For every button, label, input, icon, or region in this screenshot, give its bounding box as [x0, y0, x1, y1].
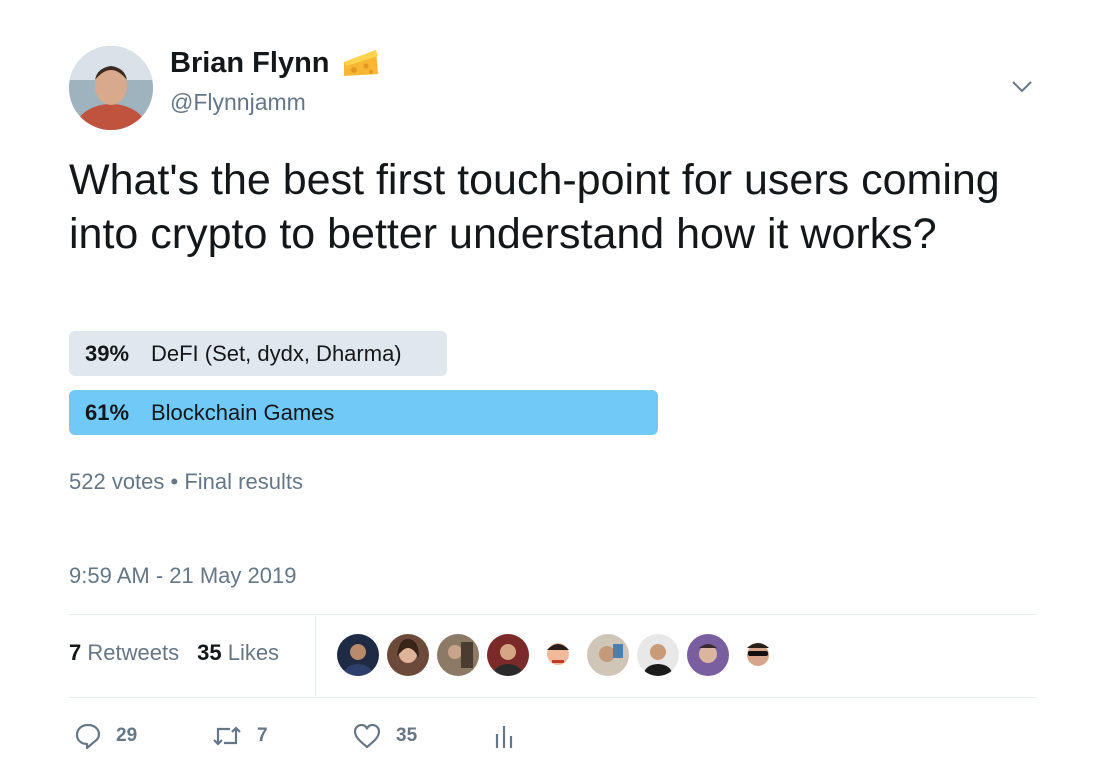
likes-stat[interactable]: 35 Likes [197, 640, 279, 666]
chevron-down-icon[interactable] [1010, 76, 1034, 96]
analytics-icon [495, 726, 513, 748]
retweets-stat[interactable]: 7 Retweets [69, 640, 179, 666]
retweets-count: 7 [69, 640, 82, 665]
tweet-stats: 7 Retweets 35 Likes [69, 640, 279, 666]
poll-option-percent: 61% [85, 399, 130, 425]
author-avatar[interactable] [69, 46, 153, 130]
poll-option-label: DeFI (Set, dydx, Dharma) [151, 340, 402, 366]
retweet-icon [213, 726, 241, 746]
liker-avatar[interactable] [687, 634, 729, 676]
poll-option-percent: 39% [85, 340, 130, 366]
divider [69, 697, 1037, 698]
reply-count: 29 [116, 725, 138, 746]
analytics-button[interactable] [492, 722, 516, 750]
poll-option-2: 61% Blockchain Games [69, 390, 658, 435]
reply-icon [75, 723, 101, 750]
poll-separator: • [170, 469, 179, 494]
author-handle[interactable]: @Flynnjamm [170, 89, 306, 116]
liker-avatar[interactable] [487, 634, 529, 676]
divider [315, 616, 316, 696]
liker-avatar[interactable] [337, 634, 379, 676]
heart-icon [353, 723, 381, 749]
poll-status: Final results [184, 469, 303, 494]
like-count: 35 [396, 725, 418, 746]
liker-avatar[interactable] [737, 634, 779, 676]
poll-meta: 522 votes • Final results [69, 469, 303, 495]
liker-avatar[interactable] [587, 634, 629, 676]
author-name-row: Brian Flynn [170, 46, 380, 80]
retweet-count: 7 [257, 725, 268, 746]
tweet-text: What's the best first touch-point for us… [69, 156, 1000, 258]
cheese-icon [343, 50, 378, 76]
author-name[interactable]: Brian Flynn [170, 47, 330, 80]
likes-label: Likes [227, 640, 280, 665]
reply-button[interactable]: 29 [74, 722, 137, 750]
liker-avatar[interactable] [537, 634, 579, 676]
poll-votes: 522 votes [69, 469, 165, 494]
liker-avatar[interactable] [387, 634, 429, 676]
tweet-actions: 29 7 35 [0, 722, 1100, 752]
likers-avatars [337, 634, 779, 676]
like-button[interactable]: 35 [352, 722, 417, 750]
poll-option-label: Blockchain Games [151, 399, 335, 425]
retweets-label: Retweets [87, 640, 180, 665]
poll-option-1: 39% DeFI (Set, dydx, Dharma) [69, 331, 447, 376]
retweet-button[interactable]: 7 [211, 722, 268, 750]
tweet-timestamp[interactable]: 9:59 AM - 21 May 2019 [69, 563, 296, 589]
likes-count: 35 [197, 640, 222, 665]
author-avatar-image [69, 46, 153, 130]
liker-avatar[interactable] [637, 634, 679, 676]
divider [69, 614, 1037, 615]
liker-avatar[interactable] [437, 634, 479, 676]
